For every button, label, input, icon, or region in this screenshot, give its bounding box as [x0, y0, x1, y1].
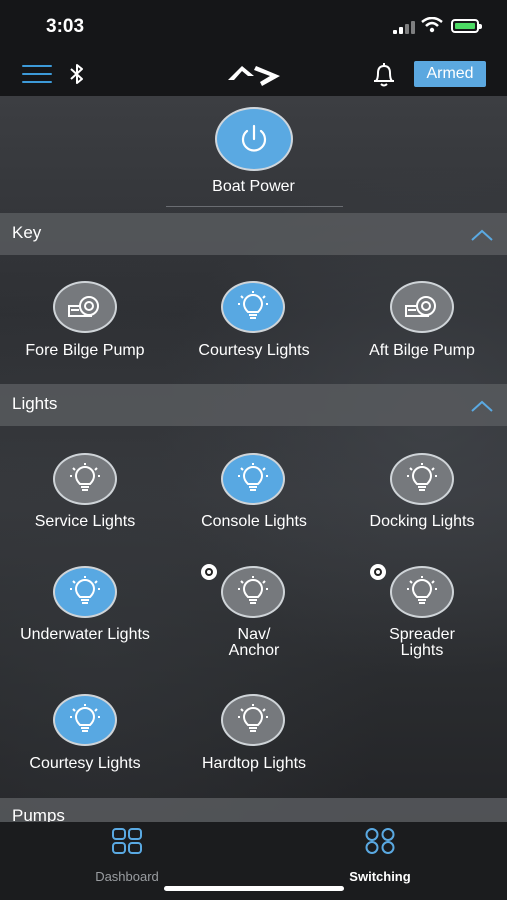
pump-icon [68, 296, 99, 317]
menu-icon[interactable] [22, 65, 52, 83]
timer-badge-icon [370, 564, 386, 580]
battery-icon [451, 19, 482, 33]
courtesy-lights-key-button[interactable] [221, 281, 285, 333]
service-lights-label: Service Lights [34, 513, 136, 530]
underwater-lights-button[interactable] [53, 566, 117, 618]
chevron-up-icon[interactable] [471, 400, 493, 412]
bell-icon[interactable] [370, 61, 398, 89]
boat-power-button[interactable] [215, 107, 293, 171]
timer-badge-icon [201, 564, 217, 580]
tab-label: Switching [349, 869, 411, 884]
underwater-lights-label: Underwater Lights [20, 626, 150, 643]
tab-dashboard[interactable]: Dashboard [67, 828, 187, 884]
divider [166, 206, 343, 207]
bulb-icon [237, 575, 269, 604]
bulb-icon [238, 291, 268, 319]
aft-bilge-pump-button[interactable] [390, 281, 454, 333]
wifi-icon [421, 17, 443, 33]
spreader-lights-button[interactable] [390, 566, 454, 618]
bulb-icon [237, 462, 269, 491]
fore-bilge-pump-label: Fore Bilge Pump [25, 342, 145, 359]
status-bar: 3:03 [0, 0, 507, 50]
tab-switching[interactable]: Switching [320, 828, 440, 884]
hardtop-lights-button[interactable] [221, 694, 285, 746]
home-indicator [164, 886, 344, 891]
courtesy-lights-key-label: Courtesy Lights [198, 342, 310, 359]
bluetooth-icon[interactable] [68, 62, 86, 86]
boat-power-label: Boat Power [212, 178, 295, 195]
courtesy-lights-label: Courtesy Lights [29, 755, 141, 772]
service-lights-button[interactable] [53, 453, 117, 505]
courtesy-lights-button[interactable] [53, 694, 117, 746]
bulb-icon [69, 462, 101, 491]
section-title: Key [12, 223, 42, 242]
chevron-up-icon[interactable] [471, 229, 493, 241]
pump-icon [405, 296, 436, 317]
docking-lights-label: Docking Lights [369, 513, 475, 530]
section-title: Pumps [12, 806, 65, 822]
bulb-icon [406, 462, 438, 491]
section-title: Lights [12, 394, 58, 413]
nav-anchor-label: Nav/ Anchor [228, 626, 280, 659]
section-pumps-header[interactable]: Pumps [0, 798, 507, 822]
fore-bilge-pump-button[interactable] [53, 281, 117, 333]
switching-icon [365, 828, 395, 854]
hardtop-lights-label: Hardtop Lights [201, 755, 307, 772]
spreader-lights-label: Spreader Lights [389, 626, 455, 659]
armed-button[interactable]: Armed [414, 61, 486, 87]
bulb-icon [69, 575, 101, 604]
nav-anchor-button[interactable] [221, 566, 285, 618]
signal-icon [393, 20, 415, 34]
power-icon [241, 124, 267, 152]
bulb-icon [69, 703, 101, 732]
docking-lights-button[interactable] [390, 453, 454, 505]
bulb-icon [406, 575, 438, 604]
status-time: 3:03 [46, 16, 85, 37]
console-lights-label: Console Lights [201, 513, 307, 530]
dashboard-icon [112, 828, 142, 854]
section-key-header[interactable]: Key [0, 213, 507, 255]
app-header: Armed [0, 50, 507, 96]
bulb-icon [237, 703, 269, 732]
section-lights-header[interactable]: Lights [0, 384, 507, 426]
console-lights-button[interactable] [221, 453, 285, 505]
tab-label: Dashboard [95, 869, 159, 884]
aft-bilge-pump-label: Aft Bilge Pump [369, 342, 475, 359]
brand-logo [228, 66, 280, 86]
